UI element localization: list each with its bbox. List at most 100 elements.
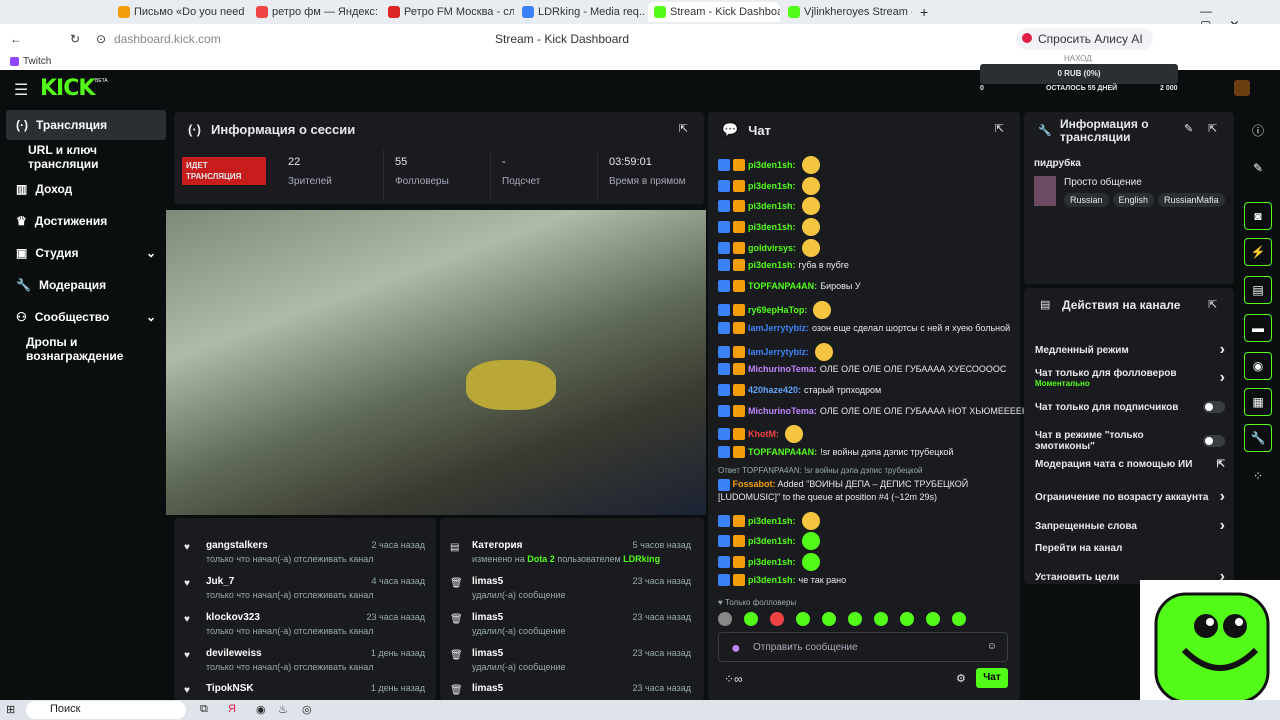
browser-tab-active[interactable]: Stream - Kick Dashboard — [648, 2, 780, 22]
action-item[interactable]: Модерация чата с помощью ИИ ⇱ — [1035, 459, 1225, 470]
browser-tab[interactable]: Vjlinkheroyes Stream - Wa... — [782, 2, 912, 22]
chat-username[interactable]: ry69epHaTop: — [748, 305, 807, 315]
chat-message: pi3den1sh: че так рано — [718, 574, 846, 586]
action-item[interactable]: Чат только для фолловеров Моментально › — [1035, 368, 1225, 388]
kickbits-icon[interactable]: ⁘∞ — [724, 672, 743, 686]
browser-taskbar-icon[interactable]: ◉ — [256, 703, 266, 716]
settings-icon[interactable]: ⚙ — [956, 672, 966, 685]
chat-username[interactable]: pi3den1sh: — [748, 536, 796, 546]
back-icon[interactable]: ← — [10, 32, 22, 46]
chat-username[interactable]: IamJerrytybiz: — [748, 347, 809, 357]
chat-username[interactable]: pi3den1sh: — [748, 260, 796, 270]
taskbar-search[interactable]: Поиск — [26, 701, 186, 719]
chat-username[interactable]: pi3den1sh: — [748, 557, 796, 567]
emote-icon[interactable] — [848, 612, 862, 626]
bookmark-twitch[interactable]: Twitch — [23, 56, 51, 67]
category-thumbnail[interactable] — [1034, 176, 1056, 206]
mic-icon[interactable]: ● — [731, 640, 741, 658]
popout-icon[interactable]: ⇱ — [679, 122, 688, 135]
chat-username[interactable]: TOPFANPA4AN: — [748, 281, 817, 291]
sidebar-item-stream[interactable]: (·) Трансляция — [6, 110, 166, 140]
chat-username[interactable]: pi3den1sh: — [748, 160, 796, 170]
tag[interactable]: Russian — [1064, 193, 1109, 207]
popout-icon[interactable]: ⇱ — [1208, 122, 1217, 135]
chat-username[interactable]: Fossabot: — [733, 479, 776, 489]
popout-icon[interactable]: ⇱ — [1208, 298, 1217, 311]
chat-username[interactable]: pi3den1sh: — [748, 575, 796, 585]
community-icon[interactable]: ⁘ — [1244, 462, 1272, 490]
actions-icon[interactable]: ▦ — [1244, 388, 1272, 416]
action-item[interactable]: Запрещенные слова › — [1035, 517, 1225, 535]
lightning-icon[interactable]: ⚡ — [1244, 238, 1272, 266]
browser-tab[interactable]: LDRking - Media req... — [516, 2, 646, 22]
wrench-icon[interactable]: 🔧 — [1244, 424, 1272, 452]
chat-username[interactable]: KhotM: — [748, 429, 779, 439]
emote-icon[interactable] — [822, 612, 836, 626]
sidebar-item-moderation[interactable]: 🔧 Модерация — [6, 270, 166, 300]
emote-icon[interactable] — [718, 612, 732, 626]
broadcast-icon[interactable]: ◉ — [1244, 352, 1272, 380]
emoji-icon[interactable]: ☺ — [987, 641, 997, 652]
sidebar-item-community[interactable]: ⚇ Сообщество ⌄ — [6, 302, 166, 332]
chat-username[interactable]: goldvirsys: — [748, 243, 796, 253]
alice-button[interactable]: Спросить Алису AI — [1016, 28, 1153, 50]
stream-category[interactable]: Просто общение — [1064, 177, 1142, 188]
action-item[interactable]: Чат в режиме "только эмотиконы" — [1035, 430, 1225, 452]
new-tab-icon[interactable]: + — [920, 4, 928, 20]
popout-icon[interactable]: ⇱ — [995, 122, 1004, 135]
modlog-user[interactable]: LDRking — [623, 554, 660, 564]
chat-icon[interactable]: ▬ — [1244, 314, 1272, 342]
browser-tab[interactable]: Ретро FM Москва - слуша... — [382, 2, 514, 22]
chat-username[interactable]: TOPFANPA4AN: — [748, 447, 817, 457]
steam-taskbar-icon[interactable]: ♨ — [278, 703, 288, 716]
sidebar-item-studio[interactable]: ▣ Студия ⌄ — [6, 238, 166, 268]
chat-username[interactable]: pi3den1sh: — [748, 201, 796, 211]
url-field[interactable]: dashboard.kick.com — [114, 32, 221, 46]
action-item[interactable]: Перейти на канал — [1035, 543, 1225, 554]
sidebar-item-url-key[interactable]: URL и ключ трансляции — [6, 142, 166, 172]
chat-username[interactable]: IamJerrytybiz: — [748, 323, 809, 333]
chat-send-button[interactable]: Чат — [976, 668, 1008, 688]
action-item[interactable]: Медленный режим › — [1035, 341, 1225, 359]
windows-start-icon[interactable]: ⊞ — [6, 703, 15, 716]
info-icon[interactable]: ⓘ — [1244, 116, 1272, 144]
edit-icon[interactable]: ✎ — [1184, 122, 1193, 135]
kick-logo[interactable]: KICK — [40, 76, 95, 101]
emote-icon[interactable] — [874, 612, 888, 626]
browser-tab[interactable]: Письмо «Do you need to ... — [112, 2, 248, 22]
reload-icon[interactable]: ↻ — [70, 32, 80, 46]
document-icon[interactable]: ▤ — [1244, 276, 1272, 304]
sidebar-item-achievements[interactable]: ♛ Достижения — [6, 206, 166, 236]
chat-username[interactable]: pi3den1sh: — [748, 181, 796, 191]
chat-username[interactable]: MichurinoTema: — [748, 406, 817, 416]
emote-icon[interactable] — [796, 612, 810, 626]
yandex-taskbar-icon[interactable]: Я — [228, 703, 236, 715]
pencil-icon[interactable]: ✎ — [1244, 154, 1272, 182]
camera-icon[interactable]: ◙ — [1244, 202, 1272, 230]
toggle-switch[interactable] — [1203, 435, 1225, 447]
tag[interactable]: RussianMafia — [1158, 193, 1225, 207]
emote-icon[interactable] — [770, 612, 784, 626]
app-taskbar-icon[interactable]: ◎ — [302, 703, 312, 716]
browser-tab[interactable]: ретро фм — Яндекс: наш... — [250, 2, 380, 22]
chat-username[interactable]: MichurinoTema: — [748, 364, 817, 374]
avatar[interactable] — [1234, 80, 1250, 96]
emote-icon[interactable] — [926, 612, 940, 626]
chat-username[interactable]: 420haze420: — [748, 385, 801, 395]
action-item[interactable]: Чат только для подписчиков — [1035, 401, 1225, 413]
chat-username[interactable]: pi3den1sh: — [748, 222, 796, 232]
task-view-icon[interactable]: ⧉ — [200, 703, 208, 716]
stream-video[interactable] — [166, 210, 706, 515]
chat-input[interactable]: ● Отправить сообщение ☺ — [718, 632, 1008, 662]
sidebar-item-drops[interactable]: Дропы и вознаграждение — [6, 334, 166, 364]
chat-username[interactable]: pi3den1sh: — [748, 516, 796, 526]
modlog-category[interactable]: Dota 2 — [527, 554, 555, 564]
emote-icon[interactable] — [744, 612, 758, 626]
sidebar-item-income[interactable]: ▥ Доход — [6, 174, 166, 204]
menu-icon[interactable]: ☰ — [14, 80, 28, 100]
emote-icon[interactable] — [900, 612, 914, 626]
action-item[interactable]: Ограничение по возрасту аккаунта › — [1035, 488, 1225, 506]
tag[interactable]: English — [1112, 193, 1155, 207]
emote-icon[interactable] — [952, 612, 966, 626]
toggle-switch[interactable] — [1203, 401, 1225, 413]
